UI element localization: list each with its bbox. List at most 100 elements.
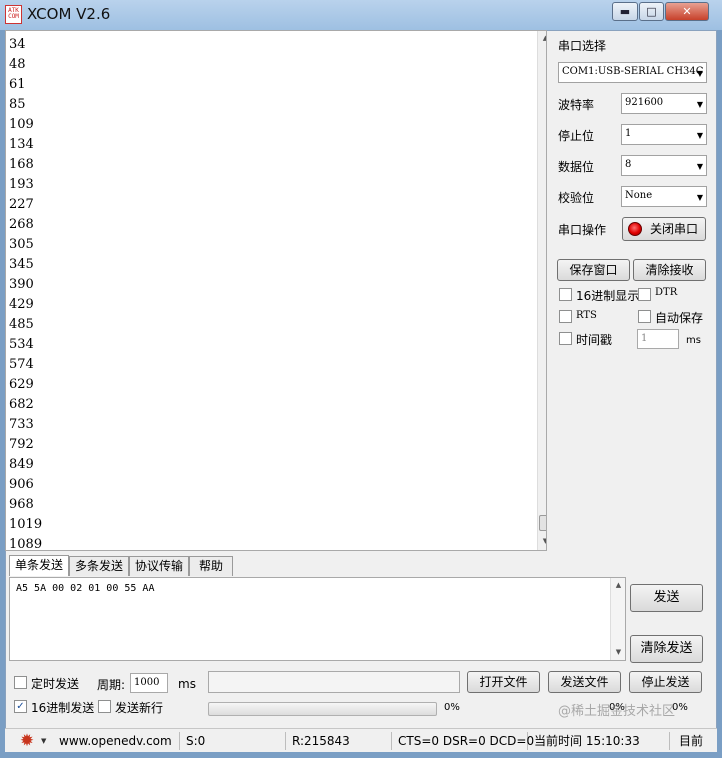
send-textarea[interactable]: A5 5A 00 02 01 00 55 AA ▲ ▼	[9, 577, 626, 661]
status-time: 当前时间 15:10:33	[530, 732, 670, 750]
stop-send-button[interactable]: 停止发送	[629, 671, 702, 693]
receive-line: 849	[9, 457, 34, 472]
hex-display-label: 16进制显示	[576, 289, 640, 303]
receive-line: 792	[9, 437, 34, 452]
tab-protocol[interactable]: 协议传输	[129, 556, 189, 576]
hex-display-checkbox[interactable]	[559, 288, 572, 301]
period-input[interactable]: 1000	[130, 673, 168, 693]
receive-line: 485	[9, 317, 34, 332]
receive-text: 34 48 61 85 109 134 168 193 227 268 305 345 390 429 48…	[9, 35, 43, 551]
timestamp-checkbox[interactable]	[559, 332, 572, 345]
receive-line: 134	[9, 137, 34, 152]
tab-multi-send[interactable]: 多条发送	[69, 556, 129, 576]
receive-scrollbar[interactable]: ▲ ▼	[537, 31, 546, 550]
hex-send-checkbox[interactable]: ✓	[14, 700, 27, 713]
chevron-down-icon: ▼	[696, 162, 703, 171]
dtr-checkbox[interactable]	[638, 288, 651, 301]
status-right: 目前	[679, 734, 704, 748]
clear-receive-button[interactable]: 清除接收	[633, 259, 706, 281]
receive-line: 1089	[9, 537, 43, 551]
gear-icon[interactable]: ✹	[18, 732, 36, 750]
status-received: R:215843	[288, 732, 392, 750]
baud-select[interactable]: 921600 ▼	[621, 93, 707, 114]
tab-single-send[interactable]: 单条发送	[9, 555, 69, 576]
receive-line: 345	[9, 257, 34, 272]
chevron-down-icon: ▼	[696, 193, 703, 202]
send-scrollbar[interactable]: ▲ ▼	[610, 578, 625, 660]
scroll-down-icon[interactable]: ▼	[538, 534, 546, 549]
port-select-value: COM1:USB-SERIAL CH34C	[562, 66, 704, 77]
app-icon: ATK COM	[5, 5, 22, 24]
parity-value: None	[625, 190, 653, 201]
scroll-thumb[interactable]	[539, 515, 546, 531]
status-sent: S:0	[182, 732, 286, 750]
receive-line: 268	[9, 217, 34, 232]
port-status-led-icon	[628, 222, 642, 236]
progress-percent: 0%	[444, 702, 460, 713]
stopbits-value: 1	[625, 128, 632, 139]
chevron-down-icon: ▼	[696, 131, 703, 140]
port-select-label: 串口选择	[558, 39, 607, 53]
timestamp-input[interactable]: 1	[637, 329, 679, 349]
send-progress-bar	[208, 702, 437, 716]
file-path-input[interactable]	[208, 671, 460, 693]
newline-label: 发送新行	[115, 701, 164, 715]
close-button[interactable]: ✕	[665, 2, 709, 21]
scroll-up-icon[interactable]: ▲	[538, 31, 546, 46]
receive-line: 34	[9, 37, 26, 52]
save-window-button[interactable]: 保存窗口	[557, 259, 630, 281]
receive-line: 1019	[9, 517, 43, 532]
status-lines: CTS=0 DSR=0 DCD=0	[394, 732, 534, 750]
receive-line: 390	[9, 277, 34, 292]
open-file-button[interactable]: 打开文件	[467, 671, 540, 693]
status-bar: ✹ ▼ www.openedv.com S:0 R:215843 CTS=0 D…	[5, 728, 717, 752]
port-select[interactable]: COM1:USB-SERIAL CH34C ▼	[558, 62, 707, 83]
period-unit: ms	[178, 677, 196, 691]
stopbits-select[interactable]: 1 ▼	[621, 124, 707, 145]
watermark: @稀土掘金技术社区	[558, 704, 676, 719]
receive-line: 906	[9, 477, 34, 492]
receive-line: 85	[9, 97, 26, 112]
receive-line: 109	[9, 117, 34, 132]
close-port-label: 关闭串口	[649, 222, 698, 236]
receive-line: 305	[9, 237, 34, 252]
receive-line: 227	[9, 197, 34, 212]
timed-send-label: 定时发送	[31, 677, 80, 691]
status-url[interactable]: www.openedv.com	[55, 732, 180, 750]
receive-line: 429	[9, 297, 34, 312]
receive-line: 733	[9, 417, 34, 432]
minimize-button[interactable]: ▬	[612, 2, 638, 21]
send-file-button[interactable]: 发送文件	[548, 671, 621, 693]
receive-line: 682	[9, 397, 34, 412]
rts-checkbox[interactable]	[559, 310, 572, 323]
window-title: XCOM V2.6	[27, 5, 111, 23]
chevron-down-icon: ▼	[696, 100, 703, 109]
receive-line: 168	[9, 157, 34, 172]
dropdown-arrow-icon[interactable]: ▼	[41, 737, 46, 745]
receive-line: 61	[9, 77, 26, 92]
title-bar[interactable]: ATK COM XCOM V2.6 ▬ □ ✕	[0, 0, 722, 30]
chevron-down-icon: ▼	[696, 69, 703, 78]
clear-send-button[interactable]: 清除发送	[630, 635, 703, 663]
auto-save-checkbox[interactable]	[638, 310, 651, 323]
send-button[interactable]: 发送	[630, 584, 703, 612]
rts-label: RTS	[576, 310, 597, 321]
receive-line: 574	[9, 357, 34, 372]
parity-select[interactable]: None ▼	[621, 186, 707, 207]
timestamp-label: 时间戳	[576, 333, 613, 347]
close-port-button[interactable]: 关闭串口	[622, 217, 706, 241]
tab-help[interactable]: 帮助	[189, 556, 233, 576]
databits-select[interactable]: 8 ▼	[621, 155, 707, 176]
scroll-down-icon[interactable]: ▼	[611, 645, 626, 660]
timed-send-checkbox[interactable]	[14, 676, 27, 689]
newline-checkbox[interactable]	[98, 700, 111, 713]
maximize-button[interactable]: □	[639, 2, 664, 21]
receive-line: 48	[9, 57, 26, 72]
receive-line: 968	[9, 497, 34, 512]
dtr-label: DTR	[655, 287, 678, 298]
port-op-label: 串口操作	[558, 223, 607, 237]
timestamp-unit: ms	[686, 335, 701, 346]
baud-label: 波特率	[558, 98, 595, 112]
receive-area[interactable]: 34 48 61 85 109 134 168 193 227 268 305 345 390 429 48…	[5, 30, 547, 551]
scroll-up-icon[interactable]: ▲	[611, 578, 626, 593]
